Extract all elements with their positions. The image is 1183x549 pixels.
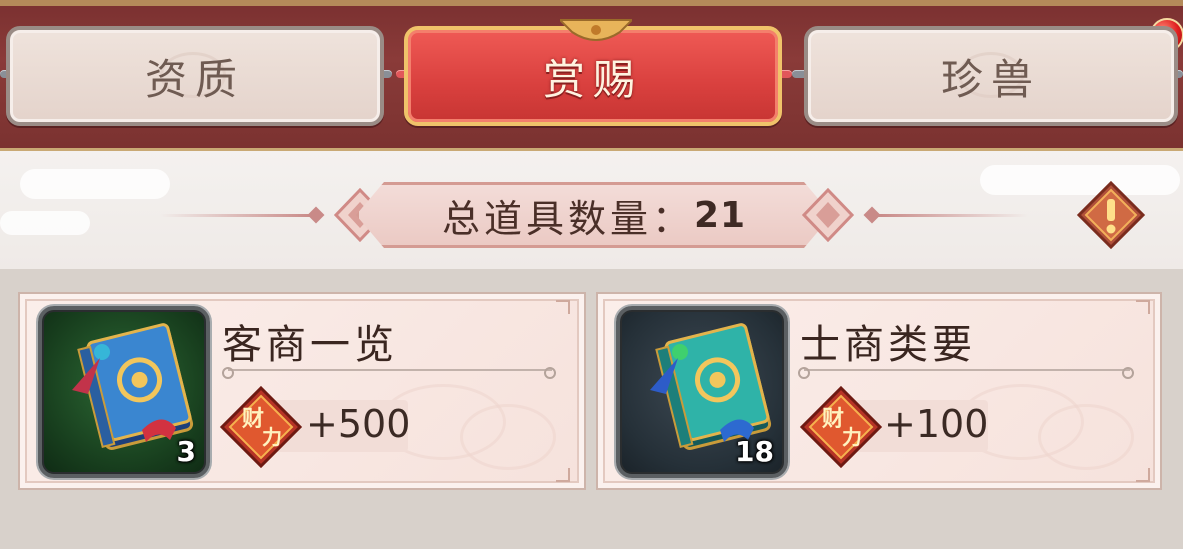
item-divider	[798, 367, 1134, 379]
item-count-label: 总道具数量：	[441, 196, 694, 241]
item-count-value: 21	[693, 194, 747, 236]
banner-cap-right	[802, 188, 854, 242]
tab-label: 珍兽	[940, 54, 1041, 104]
svg-text:财: 财	[242, 406, 264, 432]
card-corner	[556, 468, 570, 482]
banner-line-right	[878, 214, 1028, 217]
cloud-decoration	[0, 211, 90, 235]
tab-label: 赏赐	[542, 54, 643, 104]
svg-text:财: 财	[822, 406, 844, 432]
item-name: 客商一览	[222, 322, 398, 368]
svg-text:力: 力	[262, 425, 282, 449]
svg-text:力: 力	[842, 425, 862, 449]
banner-line-left	[160, 214, 312, 217]
reward-value: +100	[884, 402, 989, 446]
tab-rare-beast[interactable]: 珍兽	[804, 26, 1178, 126]
item-quantity: 18	[735, 435, 774, 468]
active-tab-crest	[560, 19, 632, 41]
tab-qualification[interactable]: 资质	[6, 26, 384, 126]
cloud-decoration	[1038, 404, 1134, 470]
card-corner	[1136, 300, 1150, 314]
item-divider	[222, 367, 556, 379]
cloud-decoration	[20, 169, 170, 199]
wealth-badge-icon: 财力 财 力	[219, 385, 303, 469]
item-quantity: 3	[176, 435, 196, 468]
item-icon-frame[interactable]: 3	[38, 306, 210, 478]
card-corner	[1136, 468, 1150, 482]
reward-value: +500	[306, 402, 411, 446]
item-name: 士商类要	[800, 322, 976, 368]
item-count-banner: 总道具数量： 21	[356, 182, 832, 248]
item-icon-frame[interactable]: 18	[616, 306, 788, 478]
card-corner	[556, 300, 570, 314]
wealth-badge-icon: 财 力	[799, 385, 883, 469]
tab-label: 资质	[144, 54, 245, 104]
cloud-decoration	[460, 404, 556, 470]
info-icon[interactable]	[1076, 180, 1146, 250]
